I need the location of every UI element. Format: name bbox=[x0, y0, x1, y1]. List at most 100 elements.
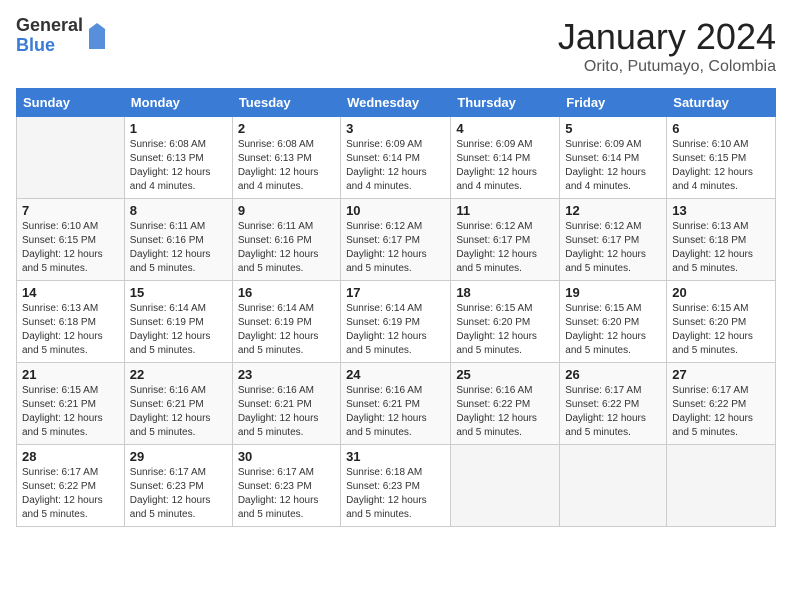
day-number: 24 bbox=[346, 367, 445, 382]
calendar-cell: 27 Sunrise: 6:17 AM Sunset: 6:22 PM Dayli… bbox=[667, 363, 776, 445]
calendar-cell: 3 Sunrise: 6:09 AM Sunset: 6:14 PM Daylig… bbox=[341, 117, 451, 199]
day-info: Sunrise: 6:10 AM Sunset: 6:15 PM Dayligh… bbox=[672, 138, 770, 194]
day-info: Sunrise: 6:15 AM Sunset: 6:21 PM Dayligh… bbox=[22, 384, 119, 440]
day-info: Sunrise: 6:18 AM Sunset: 6:23 PM Dayligh… bbox=[346, 466, 445, 522]
calendar-cell: 20 Sunrise: 6:15 AM Sunset: 6:20 PM Dayli… bbox=[667, 281, 776, 363]
column-header-tuesday: Tuesday bbox=[232, 89, 340, 117]
day-info: Sunrise: 6:15 AM Sunset: 6:20 PM Dayligh… bbox=[456, 302, 554, 358]
day-number: 7 bbox=[22, 203, 119, 218]
logo: General Blue bbox=[16, 16, 109, 56]
day-number: 10 bbox=[346, 203, 445, 218]
location: Orito, Putumayo, Colombia bbox=[558, 58, 776, 76]
title-block: January 2024 Orito, Putumayo, Colombia bbox=[558, 16, 776, 76]
day-info: Sunrise: 6:17 AM Sunset: 6:23 PM Dayligh… bbox=[238, 466, 335, 522]
day-number: 15 bbox=[130, 285, 227, 300]
day-number: 20 bbox=[672, 285, 770, 300]
day-number: 28 bbox=[22, 449, 119, 464]
calendar-cell: 17 Sunrise: 6:14 AM Sunset: 6:19 PM Dayli… bbox=[341, 281, 451, 363]
day-number: 1 bbox=[130, 121, 227, 136]
calendar-cell: 16Sunrise: 6:14 AM Sunset: 6:19 PM Dayli… bbox=[232, 281, 340, 363]
calendar-cell: 24Sunrise: 6:16 AM Sunset: 6:21 PM Dayli… bbox=[341, 363, 451, 445]
calendar-header-row: SundayMondayTuesdayWednesdayThursdayFrid… bbox=[17, 89, 776, 117]
day-number: 25 bbox=[456, 367, 554, 382]
calendar-week-row: 28 Sunrise: 6:17 AM Sunset: 6:22 PM Dayli… bbox=[17, 445, 776, 527]
day-info: Sunrise: 6:13 AM Sunset: 6:18 PM Dayligh… bbox=[672, 220, 770, 276]
day-number: 18 bbox=[456, 285, 554, 300]
calendar-cell bbox=[451, 445, 560, 527]
day-number: 2 bbox=[238, 121, 335, 136]
column-header-sunday: Sunday bbox=[17, 89, 125, 117]
day-number: 27 bbox=[672, 367, 770, 382]
calendar-cell: 28 Sunrise: 6:17 AM Sunset: 6:22 PM Dayli… bbox=[17, 445, 125, 527]
calendar-cell: 31 Sunrise: 6:18 AM Sunset: 6:23 PM Dayli… bbox=[341, 445, 451, 527]
day-info: Sunrise: 6:17 AM Sunset: 6:22 PM Dayligh… bbox=[672, 384, 770, 440]
calendar-week-row: 7Sunrise: 6:10 AM Sunset: 6:15 PM Daylig… bbox=[17, 199, 776, 281]
calendar-cell: 2Sunrise: 6:08 AM Sunset: 6:13 PM Daylig… bbox=[232, 117, 340, 199]
calendar-cell: 10 Sunrise: 6:12 AM Sunset: 6:17 PM Dayli… bbox=[341, 199, 451, 281]
day-info: Sunrise: 6:11 AM Sunset: 6:16 PM Dayligh… bbox=[130, 220, 227, 276]
calendar-week-row: 14Sunrise: 6:13 AM Sunset: 6:18 PM Dayli… bbox=[17, 281, 776, 363]
logo-blue-text: Blue bbox=[16, 36, 83, 56]
calendar-cell bbox=[560, 445, 667, 527]
day-info: Sunrise: 6:09 AM Sunset: 6:14 PM Dayligh… bbox=[456, 138, 554, 194]
day-number: 8 bbox=[130, 203, 227, 218]
day-info: Sunrise: 6:16 AM Sunset: 6:21 PM Dayligh… bbox=[238, 384, 335, 440]
day-number: 14 bbox=[22, 285, 119, 300]
column-header-thursday: Thursday bbox=[451, 89, 560, 117]
calendar-cell: 25 Sunrise: 6:16 AM Sunset: 6:22 PM Dayli… bbox=[451, 363, 560, 445]
day-info: Sunrise: 6:12 AM Sunset: 6:17 PM Dayligh… bbox=[565, 220, 661, 276]
calendar-cell: 30Sunrise: 6:17 AM Sunset: 6:23 PM Dayli… bbox=[232, 445, 340, 527]
calendar-cell: 14Sunrise: 6:13 AM Sunset: 6:18 PM Dayli… bbox=[17, 281, 125, 363]
day-info: Sunrise: 6:12 AM Sunset: 6:17 PM Dayligh… bbox=[456, 220, 554, 276]
calendar-cell: 15Sunrise: 6:14 AM Sunset: 6:19 PM Dayli… bbox=[124, 281, 232, 363]
calendar-cell bbox=[667, 445, 776, 527]
day-info: Sunrise: 6:09 AM Sunset: 6:14 PM Dayligh… bbox=[346, 138, 445, 194]
day-info: Sunrise: 6:12 AM Sunset: 6:17 PM Dayligh… bbox=[346, 220, 445, 276]
column-header-wednesday: Wednesday bbox=[341, 89, 451, 117]
calendar-cell: 18 Sunrise: 6:15 AM Sunset: 6:20 PM Dayli… bbox=[451, 281, 560, 363]
day-number: 31 bbox=[346, 449, 445, 464]
day-number: 6 bbox=[672, 121, 770, 136]
day-number: 26 bbox=[565, 367, 661, 382]
day-number: 21 bbox=[22, 367, 119, 382]
day-info: Sunrise: 6:11 AM Sunset: 6:16 PM Dayligh… bbox=[238, 220, 335, 276]
day-info: Sunrise: 6:14 AM Sunset: 6:19 PM Dayligh… bbox=[238, 302, 335, 358]
calendar-cell: 8 Sunrise: 6:11 AM Sunset: 6:16 PM Daylig… bbox=[124, 199, 232, 281]
day-number: 12 bbox=[565, 203, 661, 218]
day-number: 17 bbox=[346, 285, 445, 300]
column-header-friday: Friday bbox=[560, 89, 667, 117]
calendar-cell: 12 Sunrise: 6:12 AM Sunset: 6:17 PM Dayli… bbox=[560, 199, 667, 281]
page-header: General Blue January 2024 Orito, Putumay… bbox=[16, 16, 776, 76]
day-info: Sunrise: 6:15 AM Sunset: 6:20 PM Dayligh… bbox=[565, 302, 661, 358]
day-number: 23 bbox=[238, 367, 335, 382]
calendar-cell: 6 Sunrise: 6:10 AM Sunset: 6:15 PM Daylig… bbox=[667, 117, 776, 199]
calendar-week-row: 21 Sunrise: 6:15 AM Sunset: 6:21 PM Dayli… bbox=[17, 363, 776, 445]
day-number: 22 bbox=[130, 367, 227, 382]
calendar-cell: 4 Sunrise: 6:09 AM Sunset: 6:14 PM Daylig… bbox=[451, 117, 560, 199]
day-number: 3 bbox=[346, 121, 445, 136]
logo-icon bbox=[85, 21, 109, 51]
calendar-cell: 26 Sunrise: 6:17 AM Sunset: 6:22 PM Dayli… bbox=[560, 363, 667, 445]
column-header-monday: Monday bbox=[124, 89, 232, 117]
day-info: Sunrise: 6:17 AM Sunset: 6:22 PM Dayligh… bbox=[22, 466, 119, 522]
calendar-cell: 5 Sunrise: 6:09 AM Sunset: 6:14 PM Daylig… bbox=[560, 117, 667, 199]
calendar-cell bbox=[17, 117, 125, 199]
calendar-cell: 9Sunrise: 6:11 AM Sunset: 6:16 PM Daylig… bbox=[232, 199, 340, 281]
calendar-cell: 22Sunrise: 6:16 AM Sunset: 6:21 PM Dayli… bbox=[124, 363, 232, 445]
day-info: Sunrise: 6:08 AM Sunset: 6:13 PM Dayligh… bbox=[130, 138, 227, 194]
column-header-saturday: Saturday bbox=[667, 89, 776, 117]
calendar-cell: 23 Sunrise: 6:16 AM Sunset: 6:21 PM Dayli… bbox=[232, 363, 340, 445]
calendar-cell: 7Sunrise: 6:10 AM Sunset: 6:15 PM Daylig… bbox=[17, 199, 125, 281]
day-info: Sunrise: 6:17 AM Sunset: 6:22 PM Dayligh… bbox=[565, 384, 661, 440]
calendar-cell: 11Sunrise: 6:12 AM Sunset: 6:17 PM Dayli… bbox=[451, 199, 560, 281]
day-number: 5 bbox=[565, 121, 661, 136]
day-info: Sunrise: 6:14 AM Sunset: 6:19 PM Dayligh… bbox=[346, 302, 445, 358]
day-info: Sunrise: 6:15 AM Sunset: 6:20 PM Dayligh… bbox=[672, 302, 770, 358]
calendar-cell: 21 Sunrise: 6:15 AM Sunset: 6:21 PM Dayli… bbox=[17, 363, 125, 445]
calendar-cell: 29Sunrise: 6:17 AM Sunset: 6:23 PM Dayli… bbox=[124, 445, 232, 527]
month-title: January 2024 bbox=[558, 16, 776, 58]
day-number: 4 bbox=[456, 121, 554, 136]
day-info: Sunrise: 6:09 AM Sunset: 6:14 PM Dayligh… bbox=[565, 138, 661, 194]
day-info: Sunrise: 6:16 AM Sunset: 6:22 PM Dayligh… bbox=[456, 384, 554, 440]
calendar-table: SundayMondayTuesdayWednesdayThursdayFrid… bbox=[16, 88, 776, 527]
